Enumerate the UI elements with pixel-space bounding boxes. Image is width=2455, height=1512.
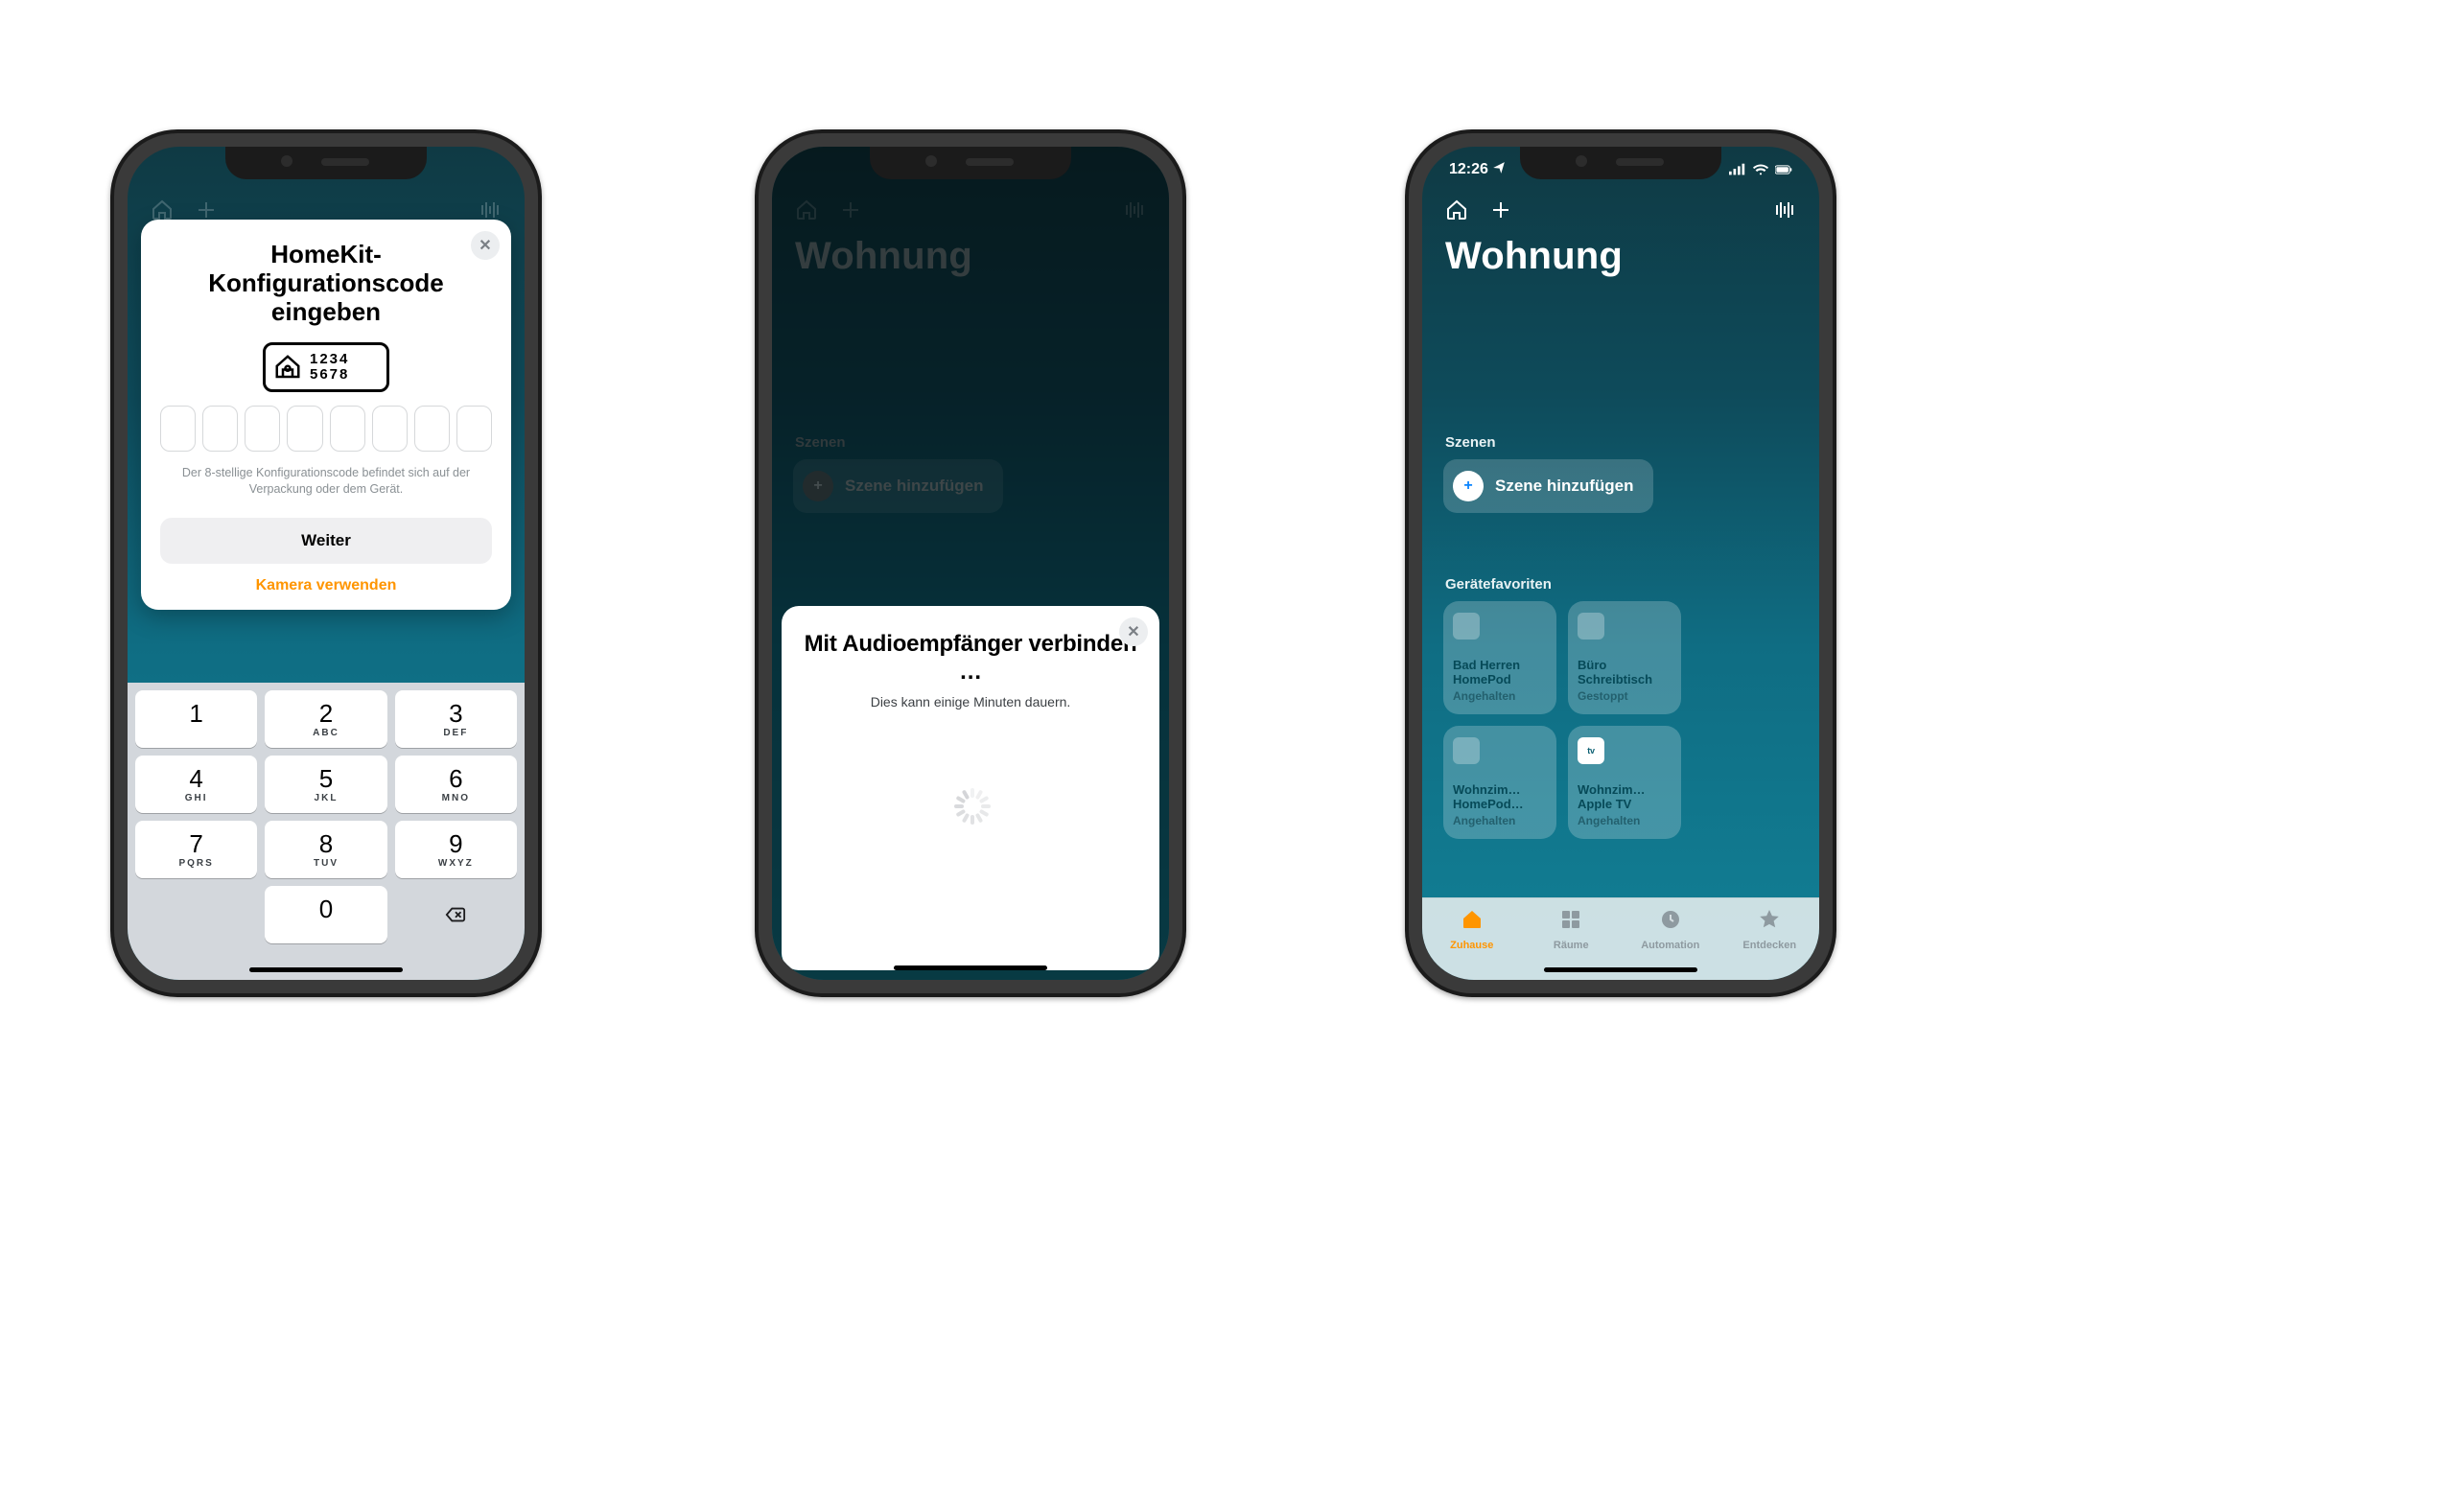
home-header <box>1422 189 1819 231</box>
code-cell[interactable] <box>372 406 408 452</box>
tab-label: Zuhause <box>1450 940 1493 951</box>
tab-label: Entdecken <box>1742 940 1796 951</box>
tile-status: Angehalten <box>1453 689 1547 703</box>
tile-device: Apple TV <box>1578 798 1672 812</box>
tab-entdecken[interactable]: Entdecken <box>1720 898 1820 980</box>
code-input-row <box>160 406 492 452</box>
keypad-key-1[interactable]: 1 <box>135 690 257 748</box>
phone-screen: ✕ HomeKit-Konfigurationscode eingeben 12… <box>128 147 525 980</box>
status-time: 12:26 <box>1449 161 1488 178</box>
device-tile[interactable]: Bad HerrenHomePod Angehalten <box>1443 601 1556 714</box>
code-cell[interactable] <box>456 406 492 452</box>
keypad-key-5[interactable]: 5JKL <box>265 756 386 813</box>
connecting-sheet: ✕ Mit Audioempfän­ger verbinden … Dies k… <box>782 606 1159 970</box>
home-icon[interactable] <box>1443 197 1470 223</box>
close-button[interactable]: ✕ <box>1119 617 1148 646</box>
tile-room: Wohnzim… <box>1578 783 1672 798</box>
tab-icon <box>1557 908 1584 936</box>
modal-hint: Der 8-stellige Konfigurationscode befind… <box>160 465 492 498</box>
home-title: Wohnung <box>1445 235 1623 278</box>
favorites-grid: Bad HerrenHomePod Angehalten BüroSchreibti… <box>1443 601 1798 839</box>
homekit-code-modal: ✕ HomeKit-Konfigurationscode eingeben 12… <box>141 220 511 610</box>
loading-spinner-icon <box>952 788 989 825</box>
device-tile[interactable]: tv Wohnzim…Apple TV Angehalten <box>1568 726 1681 839</box>
phone-notch <box>225 147 427 179</box>
homepod-icon <box>1453 737 1480 764</box>
device-tile[interactable]: BüroSchreibtisch Gestoppt <box>1568 601 1681 714</box>
scenes-label: Szenen <box>1445 434 1496 451</box>
use-camera-link[interactable]: Kamera verwenden <box>160 577 492 594</box>
continue-button[interactable]: Weiter <box>160 518 492 564</box>
keypad-key-8[interactable]: 8TUV <box>265 821 386 878</box>
backspace-key[interactable] <box>395 886 517 943</box>
tile-status: Angehalten <box>1578 814 1672 827</box>
numeric-keypad: 12ABC3DEF 4GHI5JKL6MNO 7PQRS8TUV9WXYZ0 <box>128 683 525 980</box>
appletv-icon: tv <box>1578 737 1604 764</box>
phone-notch <box>870 147 1071 179</box>
keypad-key-3[interactable]: 3DEF <box>395 690 517 748</box>
phone-screen: Wohnung Szenen + Szene hinzufügen ✕ Mit … <box>772 147 1169 980</box>
plus-icon: + <box>1453 471 1484 501</box>
device-tile[interactable]: Wohnzim…HomePod… Angehalten <box>1443 726 1556 839</box>
phone-screen: 12:26 Wohnung Szenen + Szene hinzufügen … <box>1422 147 1819 980</box>
code-cell[interactable] <box>287 406 322 452</box>
wifi-icon <box>1752 163 1769 176</box>
tab-icon <box>1756 908 1783 936</box>
favorites-label: Gerätefavoriten <box>1445 576 1552 593</box>
broadcast-icon[interactable] <box>1771 197 1798 223</box>
keypad-key-9[interactable]: 9WXYZ <box>395 821 517 878</box>
phone-1-homekit-code: ✕ HomeKit-Konfigurationscode eingeben 12… <box>110 129 542 997</box>
add-scene-button[interactable]: + Szene hinzufügen <box>1443 459 1653 513</box>
code-cell[interactable] <box>330 406 365 452</box>
tile-room: Büro <box>1578 659 1672 673</box>
tile-room: Bad Herren <box>1453 659 1547 673</box>
home-indicator[interactable] <box>894 965 1047 970</box>
tile-device: HomePod… <box>1453 798 1547 812</box>
code-cell[interactable] <box>414 406 450 452</box>
phone-notch <box>1520 147 1721 179</box>
cellular-icon <box>1729 163 1746 176</box>
keypad-key-4[interactable]: 4GHI <box>135 756 257 813</box>
tile-room: Wohnzim… <box>1453 783 1547 798</box>
phone-2-connecting: Wohnung Szenen + Szene hinzufügen ✕ Mit … <box>755 129 1186 997</box>
tile-device: Schreibtisch <box>1578 673 1672 687</box>
keypad-key-0[interactable]: 0 <box>265 886 386 943</box>
add-icon[interactable] <box>1487 197 1514 223</box>
tab-label: Automation <box>1641 940 1699 951</box>
code-cell[interactable] <box>202 406 238 452</box>
close-button[interactable]: ✕ <box>471 231 500 260</box>
receiver-icon <box>1578 613 1604 640</box>
badge-digits: 1234 5678 <box>310 352 349 383</box>
code-cell[interactable] <box>245 406 280 452</box>
tile-status: Angehalten <box>1453 814 1547 827</box>
home-indicator[interactable] <box>249 967 403 972</box>
phone-3-home-app: 12:26 Wohnung Szenen + Szene hinzufügen … <box>1405 129 1836 997</box>
tile-device: HomePod <box>1453 673 1547 687</box>
keypad-key-6[interactable]: 6MNO <box>395 756 517 813</box>
tile-status: Gestoppt <box>1578 689 1672 703</box>
sheet-title: Mit Audioempfän­ger verbinden … <box>803 631 1138 686</box>
battery-icon <box>1775 163 1792 176</box>
status-right-icons <box>1729 163 1792 176</box>
home-indicator[interactable] <box>1544 967 1697 972</box>
modal-title: HomeKit-Konfigurationscode eingeben <box>160 241 492 327</box>
house-icon <box>273 353 302 382</box>
tab-icon <box>1459 908 1485 936</box>
homepod-icon <box>1453 613 1480 640</box>
location-arrow-icon <box>1492 161 1506 179</box>
tab-icon <box>1657 908 1684 936</box>
add-scene-label: Szene hinzufügen <box>1495 477 1634 496</box>
sheet-subtitle: Dies kann einige Minuten dauern. <box>803 694 1138 709</box>
tab-zuhause[interactable]: Zuhause <box>1422 898 1522 980</box>
keypad-key-7[interactable]: 7PQRS <box>135 821 257 878</box>
homekit-badge: 1234 5678 <box>263 342 389 392</box>
code-cell[interactable] <box>160 406 196 452</box>
tab-label: Räume <box>1554 940 1589 951</box>
keypad-key-2[interactable]: 2ABC <box>265 690 386 748</box>
keypad-spacer <box>135 886 257 943</box>
